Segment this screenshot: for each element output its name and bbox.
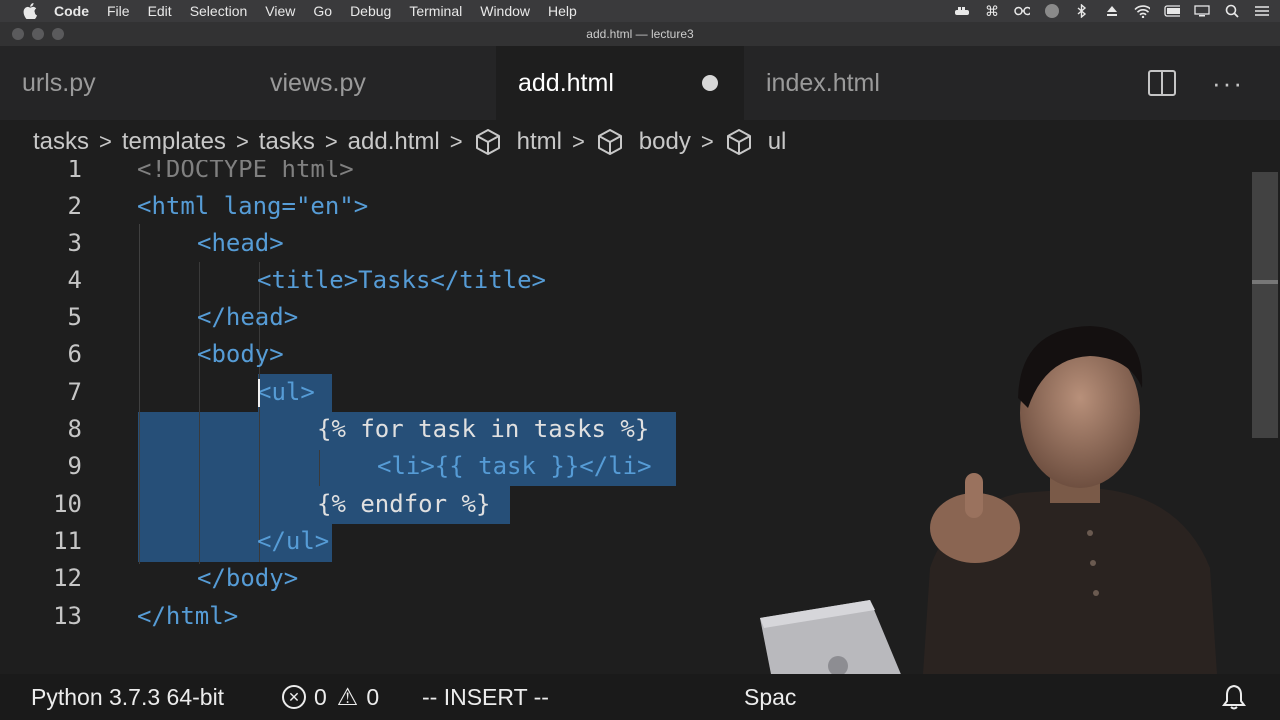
code-line[interactable]: <head>	[197, 225, 284, 262]
tab-views-py[interactable]: views.py	[248, 46, 496, 120]
menu-view[interactable]: View	[265, 3, 295, 19]
apple-icon[interactable]	[20, 0, 40, 22]
presenter-video-overlay	[760, 326, 1220, 720]
menu-go[interactable]: Go	[313, 3, 332, 19]
notifications-bell-icon[interactable]	[1222, 674, 1246, 720]
code-line[interactable]: <ul>	[257, 374, 315, 411]
tab-label: views.py	[270, 68, 366, 97]
menu-debug[interactable]: Debug	[350, 3, 391, 19]
code-line[interactable]: {% endfor %}	[317, 486, 490, 523]
breadcrumb-symbol-label: ul	[767, 128, 787, 155]
menu-code[interactable]: Code	[54, 3, 89, 19]
breadcrumb-symbol-label: body	[638, 128, 691, 155]
menu-window[interactable]: Window	[480, 3, 530, 19]
breadcrumb: tasks > templates > tasks > add.html > h…	[33, 122, 786, 162]
code-line[interactable]: </html>	[137, 598, 238, 635]
glasses-icon[interactable]	[1014, 4, 1030, 18]
menu-help[interactable]: Help	[548, 3, 577, 19]
line-number: 10	[53, 490, 82, 518]
line-number: 6	[67, 340, 82, 368]
breadcrumb-folder-tasks-inner[interactable]: tasks	[259, 128, 315, 156]
line-number: 4	[67, 266, 82, 294]
error-icon: ✕	[282, 685, 306, 709]
tab-label: add.html	[518, 68, 614, 97]
window-title: add.html — lecture3	[586, 27, 694, 41]
tab-add-html[interactable]: add.html	[496, 46, 744, 120]
scrollbar-cursor-marker	[1252, 280, 1278, 284]
code-line[interactable]: <!DOCTYPE html>	[137, 160, 354, 188]
display-icon[interactable]	[1194, 4, 1210, 18]
code-line[interactable]: <html lang="en">	[137, 188, 368, 225]
breadcrumb-symbol-label: html	[516, 128, 562, 155]
line-number: 2	[67, 192, 82, 220]
code-line[interactable]: </ul>	[257, 523, 329, 560]
more-actions-icon[interactable]: ···	[1212, 68, 1244, 99]
menu-terminal[interactable]: Terminal	[409, 3, 462, 19]
breadcrumb-folder-templates[interactable]: templates	[122, 128, 226, 156]
spotlight-search-icon[interactable]	[1224, 4, 1240, 18]
menu-file[interactable]: File	[107, 3, 130, 19]
text-cursor	[258, 379, 260, 407]
bluetooth-icon[interactable]	[1074, 4, 1090, 18]
line-number: 13	[53, 602, 82, 630]
chevron-right-icon: >	[324, 129, 338, 154]
tab-label: urls.py	[22, 68, 96, 97]
eject-icon[interactable]	[1104, 4, 1120, 18]
breadcrumb-folder-tasks[interactable]: tasks	[33, 128, 89, 156]
chevron-right-icon: >	[700, 129, 714, 154]
chevron-right-icon: >	[449, 129, 463, 154]
tab-urls-py[interactable]: urls.py	[0, 46, 248, 120]
line-number: 3	[67, 229, 82, 257]
line-number: 12	[53, 564, 82, 592]
code-line[interactable]: {% for task in tasks %}	[317, 411, 649, 448]
warning-count: 0	[366, 683, 380, 710]
indent-guide	[139, 224, 140, 564]
code-line[interactable]: <li>{{ task }}</li>	[377, 448, 652, 485]
line-number: 5	[67, 303, 82, 331]
status-bar: Python 3.7.3 64-bit ✕ 0 ⚠ 0 -- INSERT --…	[0, 674, 1280, 720]
symbol-cube-icon	[726, 129, 751, 155]
line-number: 7	[67, 378, 82, 406]
menu-bar-status-icons: ⌘	[954, 0, 1270, 22]
code-line[interactable]: <title>Tasks</title>	[257, 262, 546, 299]
breadcrumb-file[interactable]: add.html	[348, 128, 440, 156]
error-count: 0	[314, 683, 327, 710]
code-line[interactable]: <body>	[197, 336, 284, 373]
chevron-right-icon: >	[99, 129, 112, 154]
symbol-cube-icon	[475, 129, 500, 155]
indent-guide	[319, 450, 320, 486]
notification-center-icon[interactable]	[1254, 4, 1270, 18]
editor-tab-bar: urls.py views.py add.html index.html ···	[0, 46, 1280, 120]
menu-selection[interactable]: Selection	[190, 3, 248, 19]
chevron-right-icon: >	[571, 129, 585, 154]
indentation-status[interactable]: Spac	[744, 674, 796, 720]
problems-status[interactable]: ✕ 0 ⚠ 0	[282, 674, 379, 720]
battery-icon[interactable]	[1164, 4, 1180, 18]
docker-icon[interactable]	[954, 4, 970, 18]
warning-icon: ⚠	[336, 683, 359, 711]
split-editor-icon[interactable]	[1148, 70, 1177, 96]
user-avatar-icon[interactable]	[1044, 4, 1060, 18]
python-interpreter-status[interactable]: Python 3.7.3 64-bit	[31, 674, 224, 720]
tab-label: index.html	[766, 68, 880, 97]
symbol-cube-icon	[597, 129, 622, 155]
breadcrumb-symbol-html[interactable]: html	[473, 127, 562, 157]
breadcrumb-symbol-body[interactable]: body	[595, 127, 691, 157]
code-line[interactable]: </head>	[197, 299, 298, 336]
chevron-right-icon: >	[235, 129, 249, 154]
command-icon[interactable]: ⌘	[984, 3, 1000, 19]
line-number: 8	[67, 415, 82, 443]
breadcrumb-symbol-ul[interactable]: ul	[724, 127, 787, 157]
unsaved-changes-dot-icon[interactable]	[702, 75, 718, 91]
tab-index-html[interactable]: index.html	[744, 46, 992, 120]
wifi-icon[interactable]	[1134, 4, 1150, 18]
macos-menu-bar: Code File Edit Selection View Go Debug T…	[0, 0, 1280, 22]
window-title-bar: add.html — lecture3	[0, 22, 1280, 46]
code-line[interactable]: </body>	[197, 560, 298, 597]
line-number: 9	[67, 452, 82, 480]
line-number: 1	[67, 160, 82, 183]
vim-mode-status: -- INSERT --	[422, 683, 549, 710]
line-number: 11	[53, 527, 82, 555]
menu-edit[interactable]: Edit	[148, 3, 172, 19]
